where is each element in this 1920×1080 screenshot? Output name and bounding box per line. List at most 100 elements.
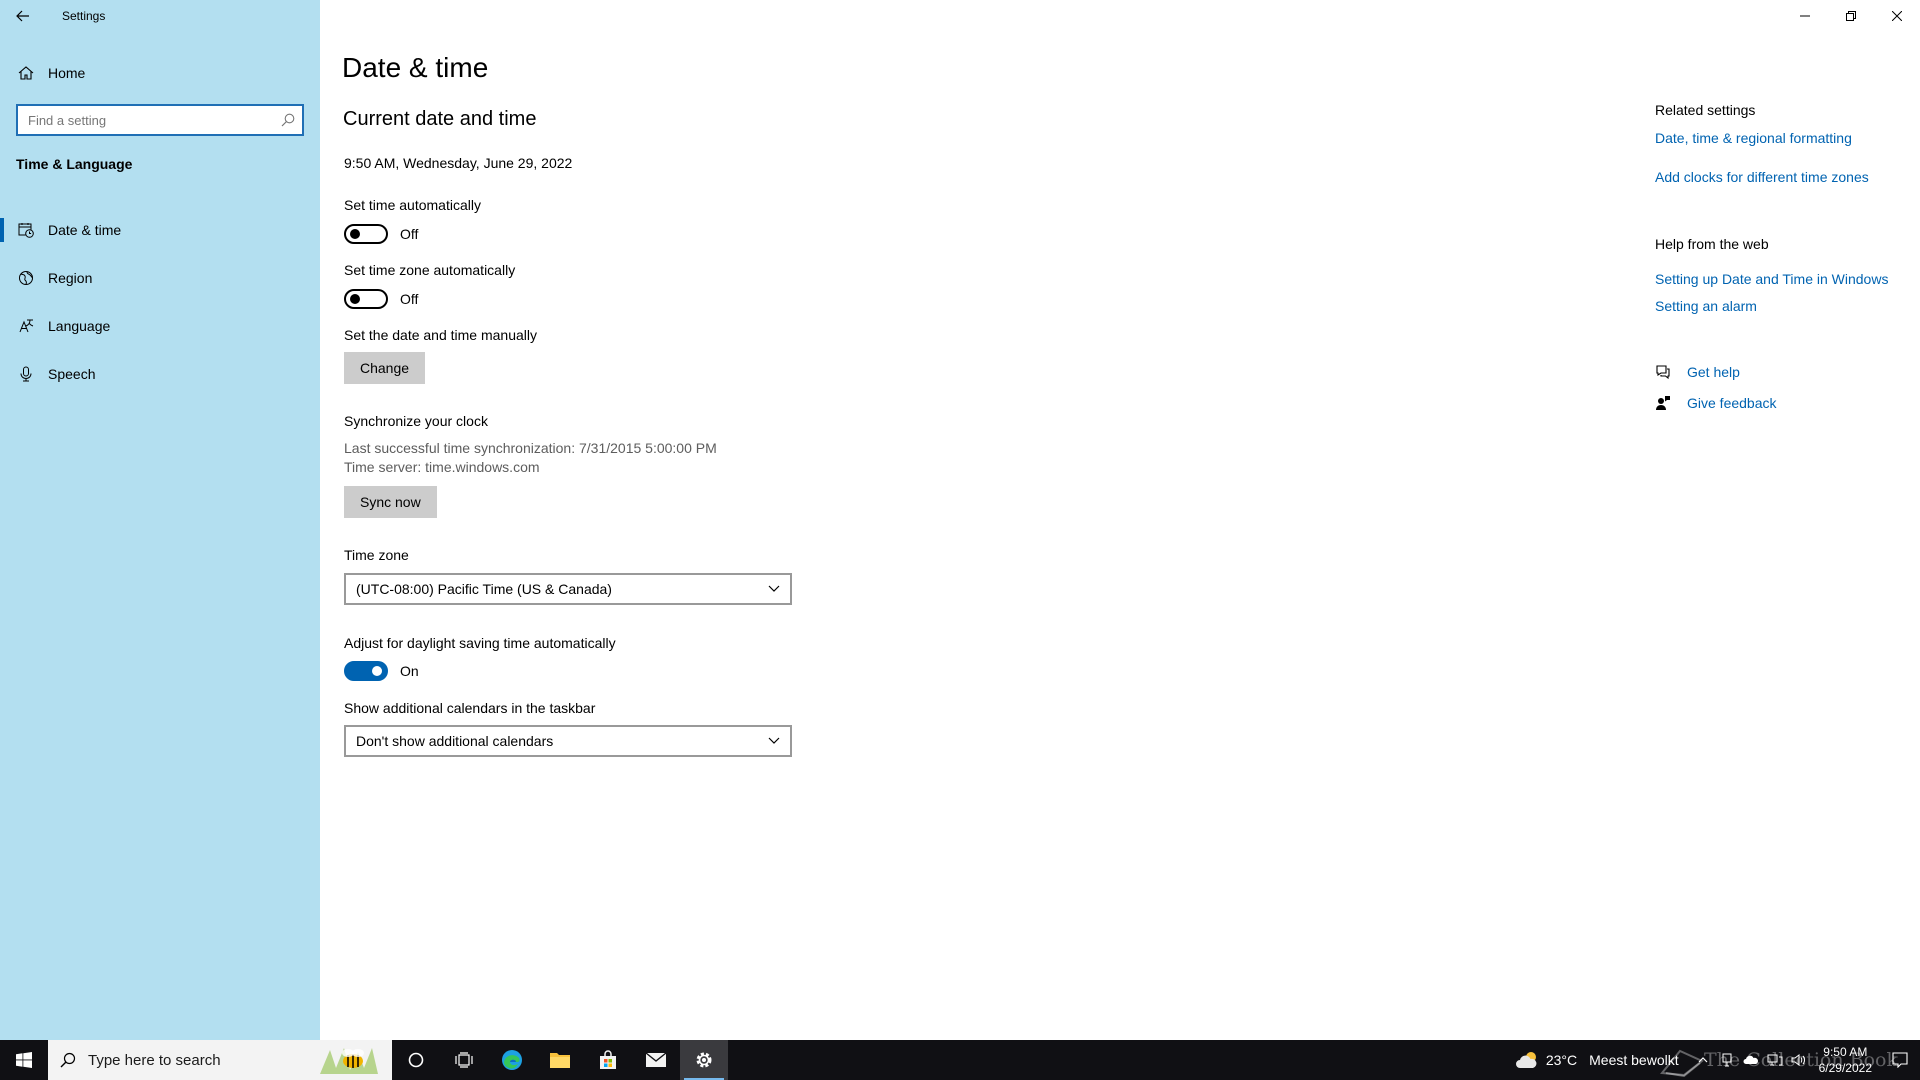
file-explorer-button[interactable] <box>536 1040 584 1080</box>
get-help-label: Get help <box>1687 364 1740 380</box>
system-tray: 23°C Meest bewolkt 9:50 AM 6/29/2022 <box>1515 1040 1920 1080</box>
taskbar-clock[interactable]: 9:50 AM 6/29/2022 <box>1819 1044 1872 1076</box>
network-tray-button[interactable] <box>1763 1040 1787 1080</box>
set-timezone-auto-state: Off <box>400 291 419 307</box>
taskbar-search-placeholder: Type here to search <box>88 1051 221 1069</box>
taskbar-search-box[interactable]: Type here to search <box>48 1040 392 1080</box>
timezone-label: Time zone <box>344 547 409 563</box>
edge-browser-icon <box>502 1050 522 1070</box>
cortana-circle-icon <box>408 1052 424 1068</box>
minimize-button[interactable] <box>1782 0 1828 32</box>
related-settings-heading: Related settings <box>1655 102 1756 118</box>
sidebar: Settings Home Time & Language Date & tim… <box>0 0 320 1040</box>
restore-button[interactable] <box>1828 0 1874 32</box>
mail-icon <box>645 1052 667 1067</box>
task-view-button[interactable] <box>440 1040 488 1080</box>
set-manual-label: Set the date and time manually <box>344 327 538 343</box>
home-icon <box>18 65 34 81</box>
app-title: Settings <box>62 9 106 23</box>
give-feedback-link[interactable]: Give feedback <box>1655 395 1777 411</box>
globe-icon <box>18 270 34 286</box>
search-icon[interactable] <box>274 113 302 127</box>
show-hidden-icons-button[interactable] <box>1691 1040 1715 1080</box>
close-button[interactable] <box>1874 0 1920 32</box>
calendars-select[interactable]: Don't show additional calendars <box>344 725 792 757</box>
date-time-icon <box>18 222 34 238</box>
network-icon <box>1767 1054 1783 1066</box>
toggle-knob <box>372 666 382 676</box>
close-icon <box>1892 11 1902 21</box>
chat-help-icon <box>1655 364 1671 380</box>
dst-toggle[interactable] <box>344 661 388 681</box>
link-setting-alarm[interactable]: Setting an alarm <box>1655 298 1757 314</box>
back-button[interactable] <box>0 0 46 32</box>
dst-label: Adjust for daylight saving time automati… <box>344 635 616 651</box>
sync-heading: Synchronize your clock <box>344 413 488 429</box>
calendars-value: Don't show additional calendars <box>356 733 554 749</box>
set-time-auto-row: Off <box>344 224 418 244</box>
mail-button[interactable] <box>632 1040 680 1080</box>
window-controls <box>1782 0 1920 32</box>
cortana-button[interactable] <box>392 1040 440 1080</box>
sidebar-item-label: Region <box>48 270 93 286</box>
section-title: Current date and time <box>343 108 537 130</box>
notification-icon <box>1892 1052 1908 1068</box>
current-datetime: 9:50 AM, Wednesday, June 29, 2022 <box>344 155 573 171</box>
clock-time: 9:50 AM <box>1823 1045 1868 1059</box>
sync-now-button[interactable]: Sync now <box>344 486 437 518</box>
set-timezone-auto-row: Off <box>344 289 418 309</box>
store-button[interactable] <box>584 1040 632 1080</box>
set-timezone-auto-label: Set time zone automatically <box>344 262 516 278</box>
usb-icon <box>1722 1053 1732 1067</box>
onedrive-tray-button[interactable] <box>1739 1040 1763 1080</box>
change-button[interactable]: Change <box>344 352 426 384</box>
home-label: Home <box>48 65 86 81</box>
start-button[interactable] <box>0 1040 48 1080</box>
link-setting-up-date-time[interactable]: Setting up Date and Time in Windows <box>1655 271 1888 287</box>
chevron-up-icon <box>1698 1057 1708 1063</box>
weather-widget[interactable]: 23°C Meest bewolkt <box>1515 1050 1679 1070</box>
sidebar-item-language[interactable]: Language <box>0 302 320 350</box>
windows-logo-icon <box>16 1052 32 1068</box>
main-content: Date & time Current date and time 9:50 A… <box>342 0 1592 1040</box>
sidebar-item-label: Date & time <box>48 222 122 238</box>
folder-icon <box>550 1053 570 1068</box>
usb-tray-button[interactable] <box>1715 1040 1739 1080</box>
toggle-knob <box>350 229 360 239</box>
edge-button[interactable] <box>488 1040 536 1080</box>
search-box[interactable] <box>16 104 304 136</box>
taskbar: Type here to search 23°C Meest bewolkt 9… <box>0 1040 1920 1080</box>
get-help-link[interactable]: Get help <box>1655 364 1740 380</box>
sidebar-item-region[interactable]: Region <box>0 254 320 302</box>
search-icon <box>48 1052 88 1068</box>
action-center-button[interactable] <box>1880 1040 1920 1080</box>
sidebar-item-date-time[interactable]: Date & time <box>0 206 320 254</box>
microphone-icon <box>18 366 34 382</box>
time-server-text: Time server: time.windows.com <box>344 459 540 475</box>
sidebar-item-home[interactable]: Home <box>0 56 320 90</box>
cloud-sun-icon <box>1515 1052 1537 1068</box>
title-bar: Settings <box>0 0 320 32</box>
sidebar-section-heading: Time & Language <box>16 156 133 172</box>
store-bag-icon <box>600 1050 616 1069</box>
volume-tray-button[interactable] <box>1787 1040 1811 1080</box>
weather-temperature: 23°C <box>1545 1052 1578 1068</box>
last-sync-text: Last successful time synchronization: 7/… <box>344 440 717 456</box>
page-title: Date & time <box>342 52 489 83</box>
link-add-clocks[interactable]: Add clocks for different time zones <box>1655 169 1869 185</box>
restore-icon <box>1846 11 1856 21</box>
task-view-icon <box>455 1052 473 1068</box>
set-timezone-auto-toggle[interactable] <box>344 289 388 309</box>
chevron-down-icon <box>768 585 780 592</box>
link-regional-formatting[interactable]: Date, time & regional formatting <box>1655 130 1852 146</box>
search-highlight-image <box>320 1048 378 1074</box>
toggle-knob <box>350 294 360 304</box>
help-from-web-heading: Help from the web <box>1655 236 1769 252</box>
set-time-auto-toggle[interactable] <box>344 224 388 244</box>
dst-state: On <box>400 663 419 679</box>
settings-taskbar-button[interactable] <box>680 1040 728 1080</box>
timezone-select[interactable]: (UTC-08:00) Pacific Time (US & Canada) <box>344 573 792 605</box>
search-input[interactable] <box>28 112 274 128</box>
sidebar-nav: Date & time Region Language Speech <box>0 206 320 398</box>
sidebar-item-speech[interactable]: Speech <box>0 350 320 398</box>
